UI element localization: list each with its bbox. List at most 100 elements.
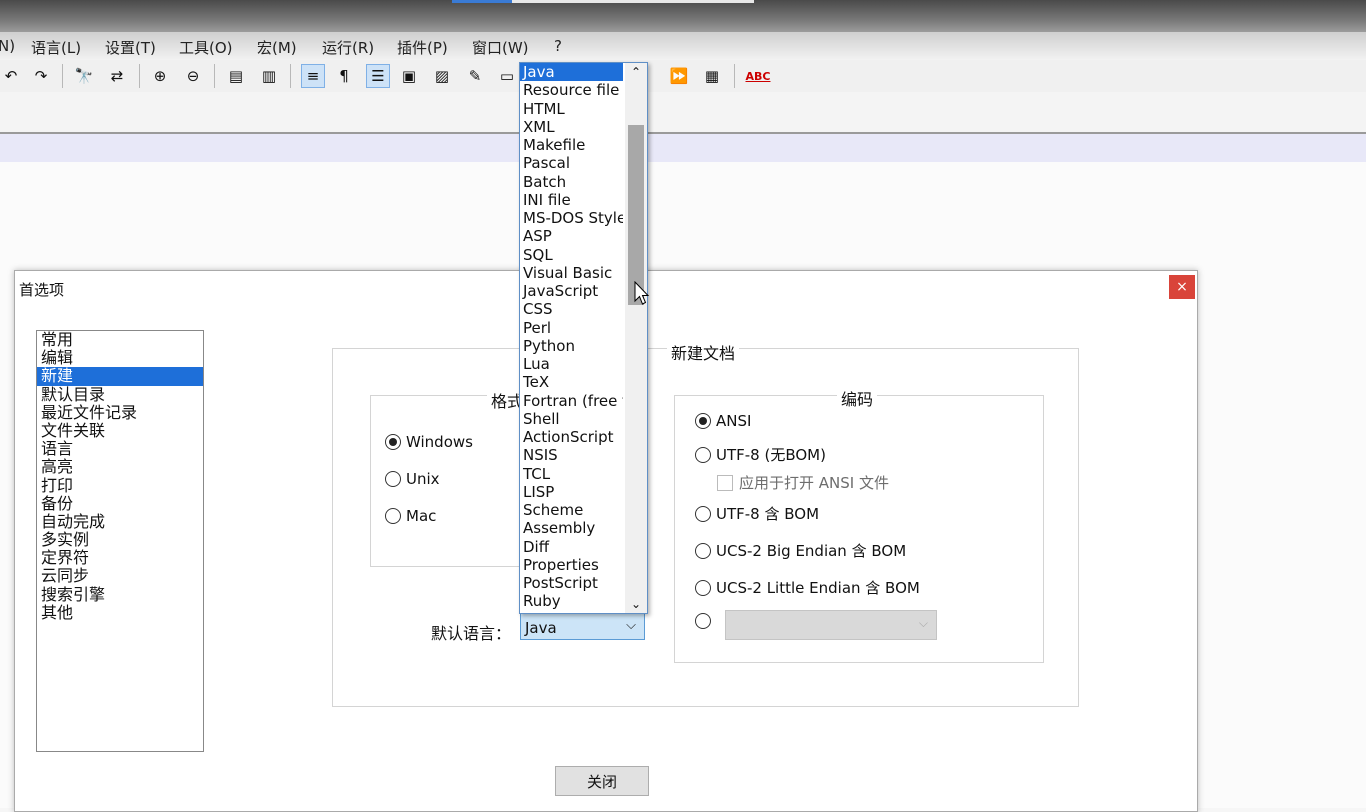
language-option[interactable]: Assembly	[520, 519, 623, 537]
radio-button[interactable]	[385, 508, 401, 524]
category-item[interactable]: 打印	[37, 476, 203, 495]
menu-language[interactable]: 语言(L)	[31, 37, 81, 58]
category-item[interactable]: 文件关联	[37, 421, 203, 440]
category-item[interactable]: 备份	[37, 494, 203, 513]
format-unix-radio[interactable]: Unix	[385, 470, 440, 488]
apply-to-ansi-checkbox[interactable]: 应用于打开 ANSI 文件	[717, 472, 889, 493]
language-option[interactable]: Pascal	[520, 154, 623, 172]
category-item[interactable]: 其他	[37, 603, 203, 622]
language-option[interactable]: Diff	[520, 538, 623, 556]
function-list-icon[interactable]: ▨	[431, 65, 453, 87]
language-option[interactable]: MS-DOS Style	[520, 209, 623, 227]
menu-help[interactable]: ?	[554, 37, 562, 55]
language-option[interactable]: ActionScript	[520, 428, 623, 446]
language-option[interactable]: Resource file	[520, 81, 623, 99]
radio-button[interactable]	[695, 613, 711, 629]
chevron-up-icon[interactable]: ⌃	[625, 65, 647, 79]
language-option[interactable]: LISP	[520, 483, 623, 501]
language-option[interactable]: Fortran (free form)	[520, 392, 623, 410]
monitor-icon[interactable]: ▭	[496, 65, 518, 87]
language-option[interactable]: Properties	[520, 556, 623, 574]
language-option[interactable]: JavaScript	[520, 282, 623, 300]
language-option[interactable]: Ruby	[520, 592, 623, 610]
encoding-ucs2-be-radio[interactable]: UCS-2 Big Endian 含 BOM	[695, 540, 906, 561]
wrap-icon[interactable]: ≡	[301, 64, 325, 88]
menu-file[interactable]: N)	[0, 37, 15, 55]
show-all-chars-icon[interactable]: ¶	[333, 65, 355, 87]
category-item[interactable]: 云同步	[37, 567, 203, 585]
language-option[interactable]: XML	[520, 118, 623, 136]
default-language-select[interactable]: Java ⌵	[520, 613, 645, 640]
close-icon[interactable]: ×	[1169, 275, 1195, 299]
format-mac-radio[interactable]: Mac	[385, 507, 436, 525]
spell-check-icon[interactable]: ABC	[745, 65, 771, 87]
zoom-in-icon[interactable]: ⊕	[149, 65, 171, 87]
format-windows-radio[interactable]: Windows	[385, 433, 473, 451]
language-option[interactable]: NSIS	[520, 446, 623, 464]
language-option[interactable]: Makefile	[520, 136, 623, 154]
category-item[interactable]: 最近文件记录	[37, 403, 203, 422]
category-item[interactable]: 多实例	[37, 530, 203, 549]
indent-guide-icon[interactable]: ☰	[366, 64, 390, 88]
language-option[interactable]: PostScript	[520, 574, 623, 592]
language-option[interactable]: SQL	[520, 246, 623, 264]
dropdown-scrollbar[interactable]: ⌃ ⌄	[625, 63, 647, 613]
menu-plugins[interactable]: 插件(P)	[397, 37, 448, 58]
radio-button[interactable]	[695, 446, 711, 463]
scrollbar-thumb[interactable]	[628, 125, 644, 305]
encoding-utf8-bom-radio[interactable]: UTF-8 含 BOM	[695, 503, 819, 524]
language-option[interactable]: HTML	[520, 100, 623, 118]
language-option[interactable]: TeX	[520, 373, 623, 391]
encoding-ucs2-le-radio[interactable]: UCS-2 Little Endian 含 BOM	[695, 577, 920, 598]
radio-button-checked[interactable]	[695, 413, 711, 429]
language-option[interactable]: Batch	[520, 173, 623, 191]
language-option[interactable]: TCL	[520, 465, 623, 483]
checkbox[interactable]	[717, 474, 733, 491]
category-item[interactable]: 高亮	[37, 458, 203, 476]
menu-tools[interactable]: 工具(O)	[179, 37, 233, 58]
language-option[interactable]: Visual Basic	[520, 264, 623, 282]
category-item[interactable]: 编辑	[37, 349, 203, 367]
zoom-out-icon[interactable]: ⊖	[182, 65, 204, 87]
menu-window[interactable]: 窗口(W)	[472, 37, 529, 58]
radio-button-checked[interactable]	[385, 434, 401, 450]
language-option[interactable]: Perl	[520, 319, 623, 337]
doc-map-icon[interactable]: ▣	[398, 65, 420, 87]
category-item[interactable]: 定界符	[37, 549, 203, 567]
language-option[interactable]: ASP	[520, 227, 623, 245]
language-option[interactable]: Shell	[520, 410, 623, 428]
radio-button[interactable]	[385, 471, 401, 487]
undo-icon[interactable]: ↶	[0, 65, 22, 87]
sync-v-icon[interactable]: ▤	[225, 65, 247, 87]
radio-button[interactable]	[695, 579, 711, 596]
menu-macro[interactable]: 宏(M)	[257, 37, 297, 58]
find-icon[interactable]: 🔭	[73, 65, 95, 87]
folder-as-workspace-icon[interactable]: ✎	[464, 65, 486, 87]
encoding-utf8-nobom-radio[interactable]: UTF-8 (无BOM)	[695, 444, 826, 465]
category-item-selected[interactable]: 新建	[37, 367, 203, 386]
redo-icon[interactable]: ↷	[30, 65, 52, 87]
language-option[interactable]: CSS	[520, 300, 623, 318]
category-item[interactable]: 常用	[37, 330, 203, 349]
category-item[interactable]: 搜索引擎	[37, 585, 203, 604]
macro-save-icon[interactable]: ▦	[701, 65, 723, 87]
encoding-other-radio[interactable]	[695, 613, 716, 629]
category-item[interactable]: 自动完成	[37, 512, 203, 531]
menu-run[interactable]: 运行(R)	[322, 37, 374, 58]
sync-h-icon[interactable]: ▥	[258, 65, 280, 87]
chevron-down-icon[interactable]: ⌄	[625, 597, 647, 611]
language-option[interactable]: Python	[520, 337, 623, 355]
macro-run-multiple-icon[interactable]: ⏩	[668, 65, 690, 87]
category-item[interactable]: 语言	[37, 440, 203, 458]
menu-settings[interactable]: 设置(T)	[105, 37, 156, 58]
category-item[interactable]: 默认目录	[37, 385, 203, 404]
language-option[interactable]: Lua	[520, 355, 623, 373]
replace-icon[interactable]: ⇄	[106, 65, 128, 87]
category-list[interactable]: 常用 编辑 新建 默认目录 最近文件记录 文件关联 语言 高亮 打印 备份 自动…	[36, 330, 204, 752]
encoding-ansi-radio[interactable]: ANSI	[695, 412, 751, 430]
radio-button[interactable]	[695, 505, 711, 522]
language-option[interactable]: INI file	[520, 191, 623, 209]
close-button[interactable]: 关闭	[555, 766, 649, 796]
radio-button[interactable]	[695, 542, 711, 559]
language-option-selected[interactable]: Java	[520, 63, 623, 82]
